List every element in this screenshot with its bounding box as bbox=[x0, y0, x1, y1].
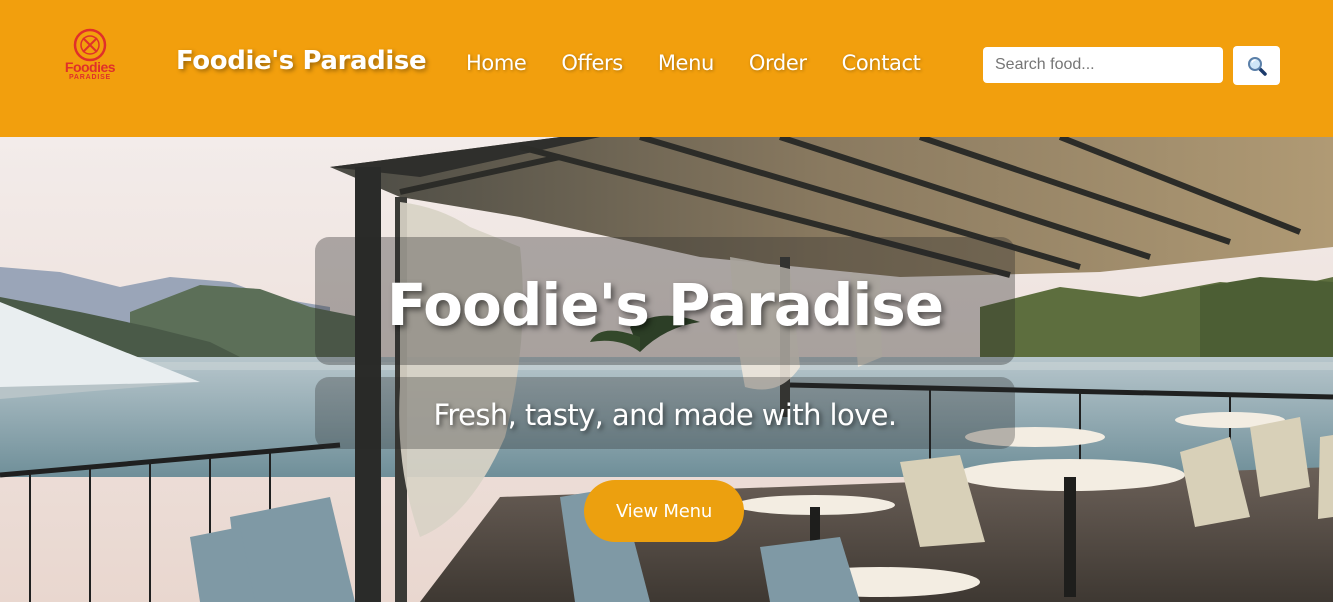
hero-title: Foodie's Paradise bbox=[386, 271, 944, 339]
nav-menu[interactable]: Menu bbox=[658, 51, 714, 75]
search-button[interactable] bbox=[1233, 46, 1280, 85]
nav-offers[interactable]: Offers bbox=[561, 51, 623, 75]
nav-contact[interactable]: Contact bbox=[842, 51, 921, 75]
site-header: Foodies PARADISE Foodie's Paradise Home … bbox=[0, 0, 1333, 137]
main-nav: Home Offers Menu Order Contact bbox=[466, 51, 956, 75]
view-menu-button[interactable]: View Menu bbox=[584, 480, 744, 542]
hero-subtitle: Fresh, tasty, and made with love. bbox=[433, 398, 897, 432]
search-input[interactable] bbox=[983, 47, 1223, 83]
hero-section: Foodie's Paradise Fresh, tasty, and made… bbox=[0, 137, 1333, 602]
site-logo[interactable]: Foodies PARADISE bbox=[60, 28, 120, 86]
magnifier-icon bbox=[1247, 56, 1267, 76]
logo-subtext: PARADISE bbox=[68, 74, 112, 81]
nav-order[interactable]: Order bbox=[749, 51, 807, 75]
nav-home[interactable]: Home bbox=[466, 51, 527, 75]
brand-title[interactable]: Foodie's Paradise bbox=[176, 46, 427, 76]
logo-wordmark: Foodies bbox=[64, 59, 116, 75]
plate-cutlery-icon bbox=[73, 28, 107, 62]
